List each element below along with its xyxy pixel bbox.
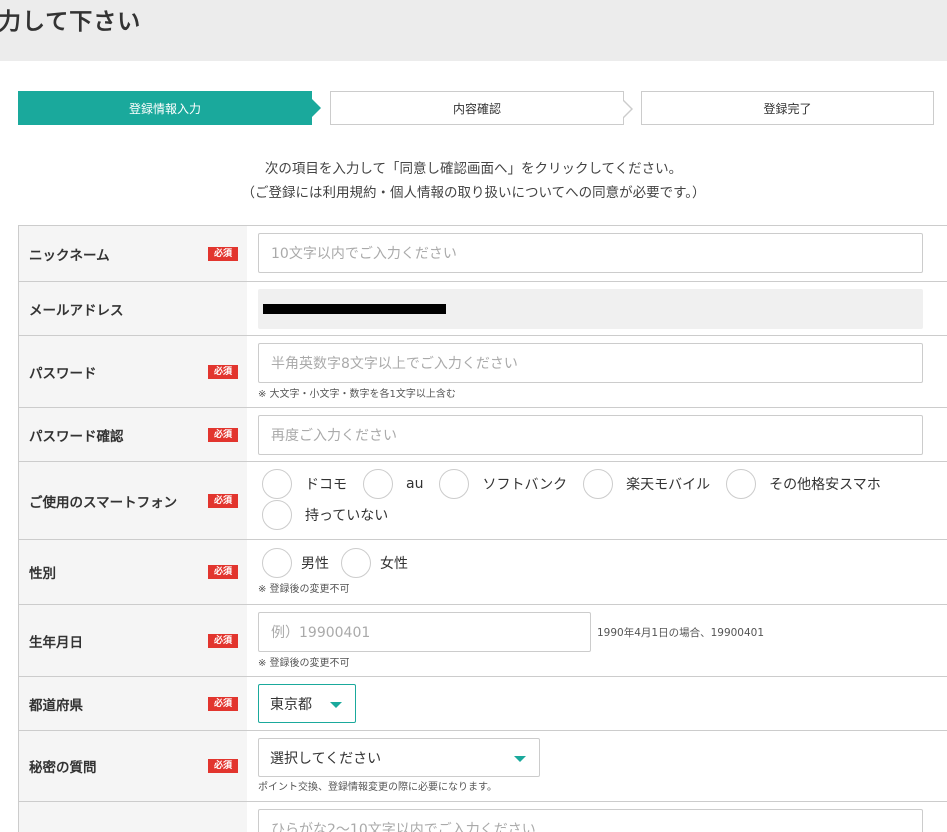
row-email: メールアドレス bbox=[19, 282, 947, 336]
step-complete-label: 登録完了 bbox=[763, 101, 812, 116]
radio-circle-icon[interactable] bbox=[583, 468, 614, 499]
field-label: ニックネーム bbox=[29, 247, 110, 264]
birthday-hint: 1990年4月1日の場合、19900401 bbox=[597, 626, 765, 639]
secret-question-select[interactable]: 選択してください bbox=[258, 738, 540, 777]
registration-form: ニックネーム 必須 10文字以内でご入力ください メールアドレス パスワード 必… bbox=[18, 225, 947, 832]
step-arrow-icon bbox=[312, 99, 321, 117]
field-cell: 男性 女性 ※ 登録後の変更不可 bbox=[247, 540, 947, 604]
required-badge: 必須 bbox=[208, 633, 238, 648]
intro-text: 次の項目を入力して「同意し確認画面へ」をクリックしてください。 （ご登録には利用… bbox=[0, 157, 947, 205]
radio-softbank[interactable]: ソフトバンク bbox=[439, 468, 567, 499]
required-badge: 必須 bbox=[208, 493, 238, 508]
row-birthday: 生年月日 必須 例）19900401 1990年4月1日の場合、19900401… bbox=[19, 605, 947, 677]
radio-circle-icon[interactable] bbox=[363, 468, 393, 499]
field-cell: ひらがな2～10文字以内でご入力ください bbox=[247, 802, 947, 832]
prefecture-selected-value: 東京都 bbox=[270, 696, 312, 713]
label-cell: メールアドレス bbox=[19, 282, 247, 335]
page-title: 力して下さい bbox=[0, 9, 142, 35]
label-cell: 生年月日 必須 bbox=[19, 605, 247, 676]
radio-other-mvno[interactable]: その他格安スマホ bbox=[726, 468, 881, 499]
field-cell: 東京都 bbox=[247, 677, 947, 730]
required-badge: 必須 bbox=[208, 759, 238, 773]
field-label: 秘密の質問 bbox=[29, 760, 97, 776]
label-cell: ご使用のスマートフォン 必須 bbox=[19, 462, 247, 539]
label-cell: パスワード 必須 bbox=[19, 336, 247, 407]
required-badge: 必須 bbox=[208, 696, 238, 711]
row-password-confirm: パスワード確認 必須 再度ご入力ください bbox=[19, 408, 947, 462]
secret-answer-input[interactable]: ひらがな2～10文字以内でご入力ください bbox=[258, 809, 923, 832]
field-label: 都道府県 bbox=[29, 697, 83, 714]
step-confirm: 内容確認 bbox=[330, 91, 633, 125]
row-secret-answer: ひらがな2～10文字以内でご入力ください bbox=[19, 802, 947, 832]
radio-circle-icon[interactable] bbox=[262, 499, 292, 530]
radio-none[interactable]: 持っていない bbox=[262, 499, 388, 530]
required-badge: 必須 bbox=[208, 427, 238, 442]
birthday-input[interactable]: 例）19900401 bbox=[258, 612, 591, 652]
field-cell: 半角英数字8文字以上でご入力ください ※ 大文字・小文字・数字を各1文字以上含む bbox=[247, 336, 947, 407]
field-label: 生年月日 bbox=[29, 634, 83, 651]
prefecture-select[interactable]: 東京都 bbox=[258, 684, 356, 723]
field-label: パスワード確認 bbox=[29, 428, 124, 445]
gender-note: ※ 登録後の変更不可 bbox=[258, 584, 350, 595]
redacted-email bbox=[263, 304, 446, 314]
secret-question-selected-value: 選択してください bbox=[270, 750, 382, 767]
label-cell: 秘密の質問 必須 bbox=[19, 731, 247, 801]
gender-radio-group: 男性 女性 bbox=[262, 547, 922, 578]
required-badge: 必須 bbox=[208, 246, 238, 261]
radio-male[interactable]: 男性 bbox=[262, 547, 329, 578]
radio-female[interactable]: 女性 bbox=[341, 547, 408, 578]
label-cell: 都道府県 必須 bbox=[19, 677, 247, 730]
field-cell: ドコモ au ソフトバンク 楽天モバイル その他格安スマホ 持っていない bbox=[247, 462, 947, 539]
step-input-label: 登録情報入力 bbox=[128, 101, 201, 116]
secret-question-note: ポイント交換、登録情報変更の際に必要になります。 bbox=[258, 782, 497, 793]
chevron-down-icon bbox=[514, 756, 526, 762]
step-confirm-label: 内容確認 bbox=[452, 101, 501, 116]
email-field bbox=[258, 289, 923, 329]
password-note: ※ 大文字・小文字・数字を各1文字以上含む bbox=[258, 389, 456, 400]
page-header: 力して下さい bbox=[0, 0, 947, 61]
field-label: メールアドレス bbox=[29, 302, 124, 319]
label-cell bbox=[19, 802, 247, 832]
birthday-note: ※ 登録後の変更不可 bbox=[258, 658, 350, 669]
label-cell: パスワード確認 必須 bbox=[19, 408, 247, 461]
password-confirm-input[interactable]: 再度ご入力ください bbox=[258, 415, 923, 455]
radio-circle-icon[interactable] bbox=[439, 468, 470, 499]
row-secret-question: 秘密の質問 必須 選択してください ポイント交換、登録情報変更の際に必要になりま… bbox=[19, 731, 947, 802]
radio-rakuten[interactable]: 楽天モバイル bbox=[583, 468, 710, 499]
label-cell: ニックネーム 必須 bbox=[19, 226, 247, 281]
field-label: ご使用のスマートフォン bbox=[29, 494, 178, 511]
radio-circle-icon[interactable] bbox=[341, 547, 371, 578]
step-complete: 登録完了 bbox=[641, 91, 934, 125]
field-cell: 再度ご入力ください bbox=[247, 408, 947, 461]
field-cell bbox=[247, 282, 947, 335]
field-cell: 選択してください ポイント交換、登録情報変更の際に必要になります。 bbox=[247, 731, 947, 801]
radio-docomo[interactable]: ドコモ bbox=[262, 468, 347, 499]
step-input: 登録情報入力 bbox=[18, 91, 321, 125]
row-nickname: ニックネーム 必須 10文字以内でご入力ください bbox=[19, 226, 947, 282]
label-cell: 性別 必須 bbox=[19, 540, 247, 604]
row-password: パスワード 必須 半角英数字8文字以上でご入力ください ※ 大文字・小文字・数字… bbox=[19, 336, 947, 408]
smartphone-radio-group: ドコモ au ソフトバンク 楽天モバイル その他格安スマホ 持っていない bbox=[262, 468, 922, 530]
intro-line-2: （ご登録には利用規約・個人情報の取り扱いについてへの同意が必要です。） bbox=[241, 185, 706, 201]
required-badge: 必須 bbox=[208, 364, 238, 379]
nickname-input[interactable]: 10文字以内でご入力ください bbox=[258, 233, 923, 273]
required-badge: 必須 bbox=[208, 565, 238, 579]
progress-steps: 登録情報入力 内容確認 登録完了 bbox=[18, 91, 934, 125]
radio-circle-icon[interactable] bbox=[262, 468, 292, 499]
chevron-down-icon bbox=[330, 702, 342, 708]
row-gender: 性別 必須 男性 女性 ※ 登録後の変更不可 bbox=[19, 540, 947, 605]
field-cell: 10文字以内でご入力ください bbox=[247, 226, 947, 281]
radio-circle-icon[interactable] bbox=[262, 547, 292, 578]
field-label: 性別 bbox=[29, 566, 56, 582]
field-cell: 例）19900401 1990年4月1日の場合、19900401 ※ 登録後の変… bbox=[247, 605, 947, 676]
password-input[interactable]: 半角英数字8文字以上でご入力ください bbox=[258, 343, 923, 383]
radio-circle-icon[interactable] bbox=[726, 468, 757, 499]
row-prefecture: 都道府県 必須 東京都 bbox=[19, 677, 947, 731]
row-smartphone: ご使用のスマートフォン 必須 ドコモ au ソフトバンク 楽天モバイル その他格… bbox=[19, 462, 947, 540]
intro-line-1: 次の項目を入力して「同意し確認画面へ」をクリックしてください。 bbox=[264, 161, 683, 177]
field-label: パスワード bbox=[29, 365, 97, 382]
radio-au[interactable]: au bbox=[363, 468, 423, 499]
